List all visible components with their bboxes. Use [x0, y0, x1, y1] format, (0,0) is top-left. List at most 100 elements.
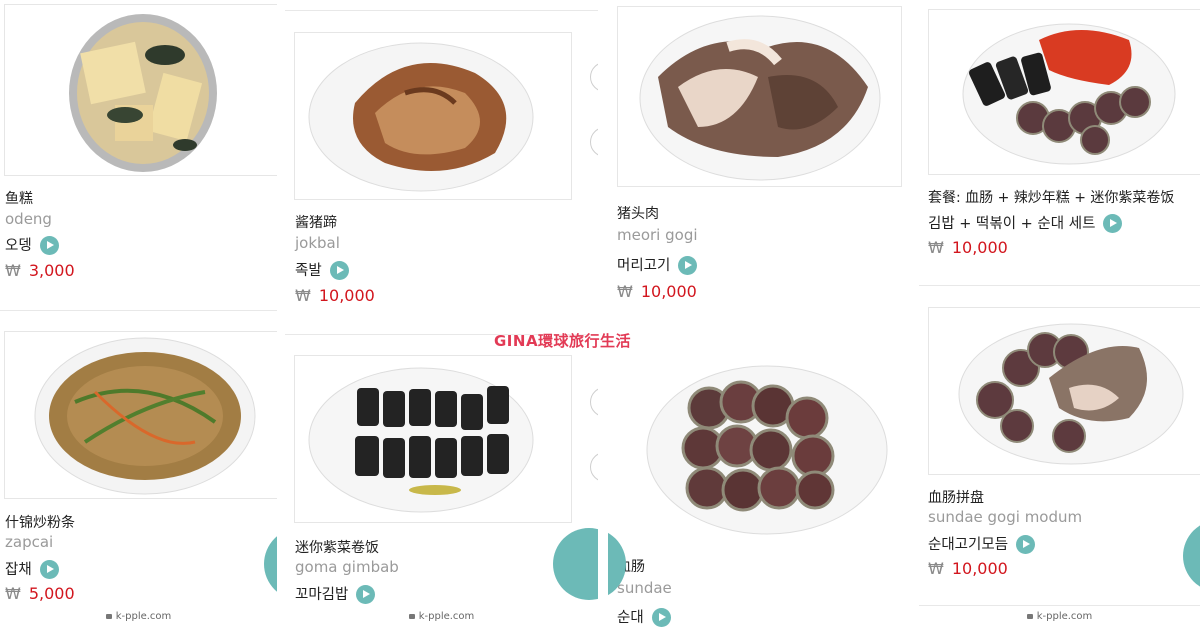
item-image-goma-gimbab[interactable] — [294, 355, 572, 523]
menu-panel-3: 猪头肉 meori gogi 머리고기 ₩10,000 血肠 sundae 순대 — [608, 0, 911, 631]
play-icon[interactable] — [651, 607, 671, 627]
item-name-rom: meori gogi — [617, 226, 698, 244]
currency-symbol: ₩ — [5, 261, 21, 280]
site-url: k-pple.com — [418, 611, 475, 622]
item-name-rom: sundae — [617, 579, 672, 597]
zapcai-food-image — [34, 337, 256, 495]
watermark-text: GINA環球旅行生活 — [494, 332, 632, 350]
lock-icon — [105, 613, 112, 619]
lock-icon — [408, 613, 415, 619]
fork-plate-icon[interactable] — [1183, 520, 1200, 592]
item-name-ko-text: 김밥 + 떡볶이 + 순대 세트 — [928, 216, 1096, 232]
panel-gap — [911, 0, 919, 631]
price-value: 5,000 — [28, 584, 75, 603]
item-name-ko-text: 잡채 — [5, 562, 32, 578]
price-value: 10,000 — [951, 238, 1008, 257]
item-image-set[interactable] — [928, 9, 1200, 175]
play-icon[interactable] — [329, 260, 349, 280]
item-name-ko-text: 머리고기 — [617, 258, 671, 274]
item-price: ₩10,000 — [295, 286, 375, 305]
item-price: ₩10,000 — [617, 282, 697, 301]
item-name-ko: 꼬마김밥 — [295, 583, 376, 605]
item-name-ko: 족발 — [295, 259, 349, 281]
site-url: k-pple.com — [1036, 611, 1093, 622]
currency-symbol: ₩ — [5, 584, 21, 603]
play-icon[interactable] — [1103, 213, 1123, 233]
carousel-button[interactable] — [590, 127, 598, 157]
carousel-button[interactable] — [590, 387, 598, 417]
currency-symbol: ₩ — [295, 286, 311, 305]
item-name-rom: sundae gogi modum — [928, 508, 1083, 526]
item-name-ko: 머리고기 — [617, 254, 698, 276]
item-name-cn: 酱猪蹄 — [295, 215, 337, 231]
item-name-ko: 순대 — [617, 606, 671, 628]
item-name-ko-text: 순대고기모듬 — [928, 537, 1009, 553]
menu-panel-1: 鱼糕 odeng 오뎅 ₩3,000 什锦炒粉条 zapcai 잡채 ₩5,00… — [0, 0, 277, 631]
item-name-ko-text: 오뎅 — [5, 238, 32, 254]
lock-icon — [1026, 613, 1033, 619]
play-icon[interactable] — [356, 584, 376, 604]
sundae-food-image — [646, 365, 888, 535]
item-name-cn: 血肠拼盘 — [928, 490, 984, 506]
item-name-cn: 猪头肉 — [617, 206, 659, 222]
item-name-ko: 김밥 + 떡볶이 + 순대 세트 — [928, 212, 1123, 234]
price-value: 10,000 — [318, 286, 375, 305]
carousel-button[interactable] — [590, 62, 598, 92]
fork-plate-icon[interactable] — [264, 528, 277, 600]
play-icon[interactable] — [678, 255, 698, 275]
divider — [285, 10, 598, 11]
meori-gogi-food-image — [639, 15, 881, 181]
item-name-ko: 순대고기모듬 — [928, 533, 1036, 555]
currency-symbol: ₩ — [928, 238, 944, 257]
item-name-cn: 什锦炒粉条 — [5, 515, 75, 531]
currency-symbol: ₩ — [617, 282, 633, 301]
play-icon[interactable] — [39, 235, 59, 255]
currency-symbol: ₩ — [928, 559, 944, 578]
fork-plate-icon[interactable] — [553, 528, 598, 600]
url-footer: k-pple.com — [0, 611, 277, 631]
item-image-jokbal[interactable] — [294, 32, 572, 200]
item-price: ₩3,000 — [5, 261, 75, 280]
price-value: 10,000 — [640, 282, 697, 301]
sundae-gogi-food-image — [958, 323, 1184, 465]
item-name-cn: 套餐: 血肠 + 辣炒年糕 + 迷你紫菜卷饭 — [928, 190, 1175, 206]
item-price: ₩10,000 — [928, 238, 1008, 257]
odeng-food-image — [69, 14, 217, 172]
divider — [919, 605, 1200, 606]
divider — [919, 285, 1200, 286]
item-name-rom: zapcai — [5, 533, 54, 551]
item-image-meori-gogi[interactable] — [617, 6, 902, 187]
panel-gap — [598, 0, 608, 631]
price-value: 10,000 — [951, 559, 1008, 578]
play-icon[interactable] — [1016, 534, 1036, 554]
item-image-sundae[interactable] — [617, 356, 902, 540]
item-name-ko-text: 꼬마김밥 — [295, 587, 349, 603]
menu-panel-4: 套餐: 血肠 + 辣炒年糕 + 迷你紫菜卷饭 김밥 + 떡볶이 + 순대 세트 … — [919, 0, 1200, 631]
item-price: ₩10,000 — [928, 559, 1008, 578]
price-value: 3,000 — [28, 261, 75, 280]
item-name-cn: 迷你紫菜卷饭 — [295, 540, 379, 556]
url-footer: k-pple.com — [919, 611, 1200, 631]
panel-gap — [277, 0, 285, 631]
item-image-zapcai[interactable] — [4, 331, 277, 499]
menu-panel-2: 酱猪蹄 jokbal 족발 ₩10,000 迷你紫菜卷饭 goma gimbab… — [285, 0, 598, 631]
carousel-button[interactable] — [590, 452, 598, 482]
play-icon[interactable] — [39, 559, 59, 579]
divider — [0, 310, 277, 311]
item-name-rom: goma gimbab — [295, 558, 399, 576]
item-image-odeng[interactable] — [4, 4, 277, 176]
item-name-ko-text: 족발 — [295, 263, 322, 279]
item-name-cn: 鱼糕 — [5, 191, 33, 207]
jokbal-food-image — [308, 42, 534, 192]
item-image-sundae-gogi[interactable] — [928, 307, 1200, 475]
url-footer: k-pple.com — [285, 611, 598, 631]
item-name-rom: jokbal — [295, 234, 340, 252]
item-name-ko: 오뎅 — [5, 234, 59, 256]
site-url: k-pple.com — [115, 611, 172, 622]
item-name-rom: odeng — [5, 210, 52, 228]
item-name-ko-text: 순대 — [617, 610, 644, 626]
goma-gimbab-food-image — [308, 367, 534, 513]
item-price: ₩5,000 — [5, 584, 75, 603]
set-food-image — [962, 23, 1176, 165]
item-name-ko: 잡채 — [5, 558, 59, 580]
